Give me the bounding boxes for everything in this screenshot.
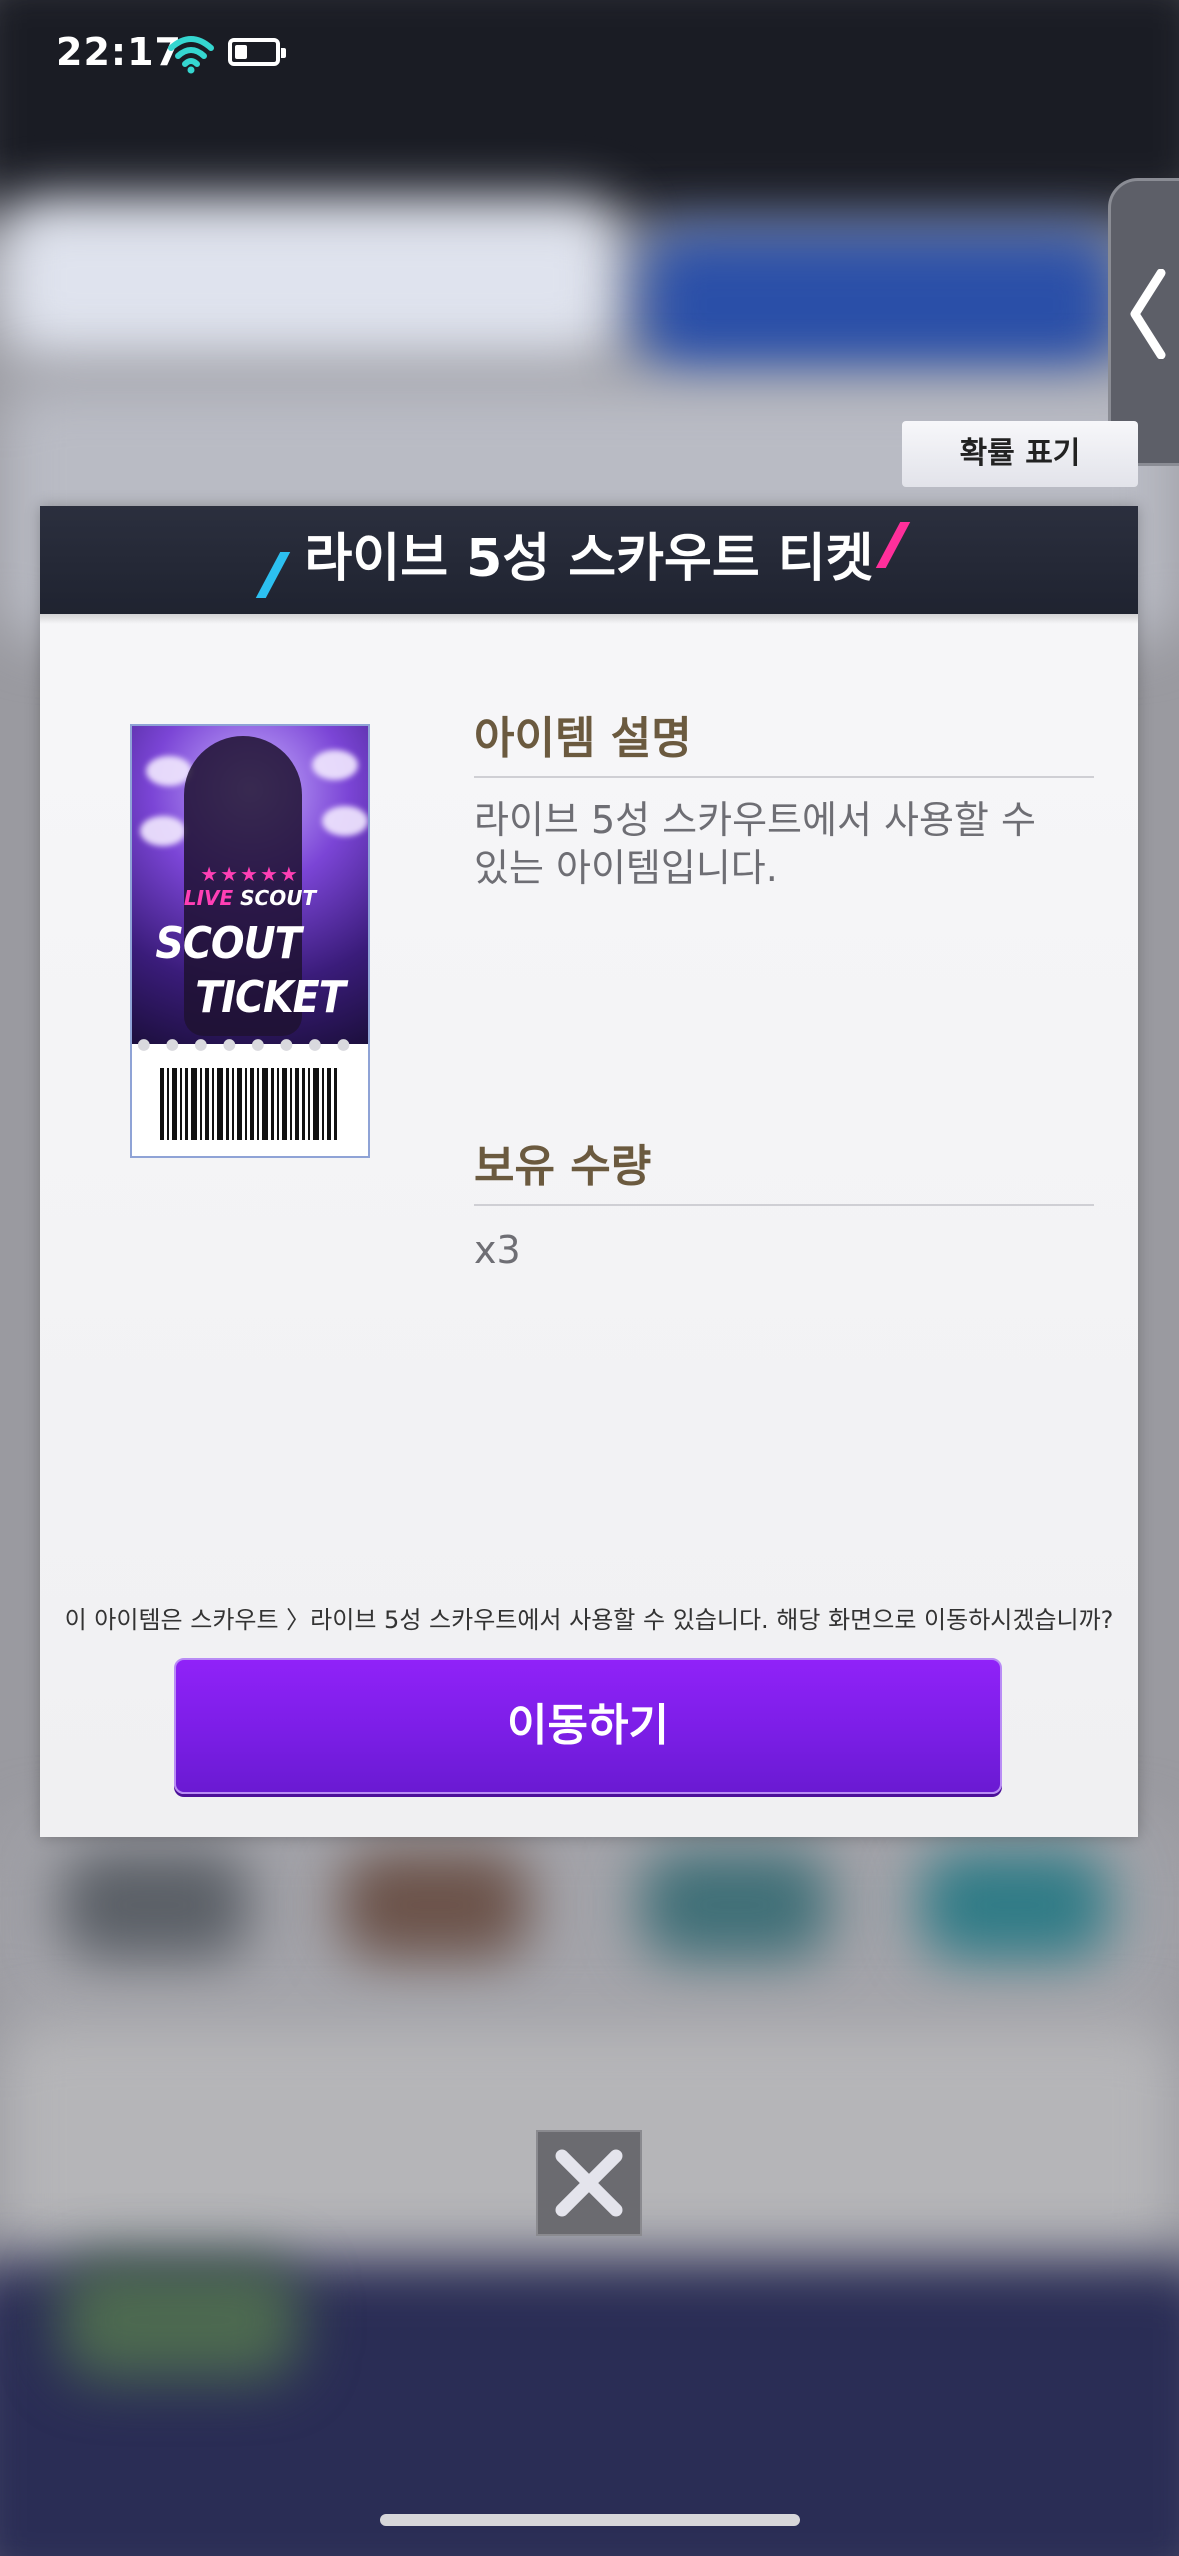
ticket-ticket-text: TICKET xyxy=(195,972,346,1023)
quantity-divider xyxy=(474,1204,1094,1206)
ticket-live-scout-text: LIVE SCOUT xyxy=(183,886,317,910)
home-indicator[interactable] xyxy=(380,2514,800,2526)
ticket-item-image: ★★★★★ LIVE SCOUT SCOUT TICKET xyxy=(130,724,370,1158)
close-button[interactable] xyxy=(536,2130,642,2236)
dialog-header: 라이브 5성 스카우트 티켓 xyxy=(40,506,1138,624)
ticket-scout-text: SCOUT xyxy=(155,918,301,969)
description-line-1: 라이브 5성 스카우트에서 사용할 수 xyxy=(474,798,1036,842)
item-dialog: 라이브 5성 스카우트 티켓 ★★★★★ LIVE SCOUT SCOUT TI… xyxy=(40,506,1138,1837)
description-heading: 아이템 설명 xyxy=(474,713,692,764)
description-divider xyxy=(474,776,1094,778)
ticket-stars: ★★★★★ xyxy=(200,862,300,886)
dialog-title: 라이브 5성 스카우트 티켓 xyxy=(304,529,874,589)
description-line-2: 있는 아이템입니다. xyxy=(474,846,778,890)
probability-button[interactable]: 확률 표기 xyxy=(902,421,1138,487)
quantity-value: x3 xyxy=(474,1228,521,1272)
ticket-artwork: ★★★★★ LIVE SCOUT SCOUT TICKET xyxy=(132,726,368,1044)
status-time: 22:17 xyxy=(56,30,182,74)
quantity-heading: 보유 수량 xyxy=(474,1141,652,1192)
battery-level xyxy=(235,45,247,59)
wifi-icon xyxy=(168,36,214,74)
navigation-notice: 이 아이템은 스카우트 〉라이브 5성 스카우트에서 사용할 수 있습니다. 해… xyxy=(64,1606,1114,1634)
battery-icon xyxy=(228,38,286,66)
status-bar: 22:17 xyxy=(0,0,1179,110)
barcode-icon xyxy=(160,1068,337,1140)
ticket-perforation xyxy=(137,1039,350,1051)
close-icon xyxy=(555,2149,623,2217)
move-button[interactable]: 이동하기 xyxy=(174,1658,1002,1794)
chevron-left-icon xyxy=(1130,269,1166,359)
